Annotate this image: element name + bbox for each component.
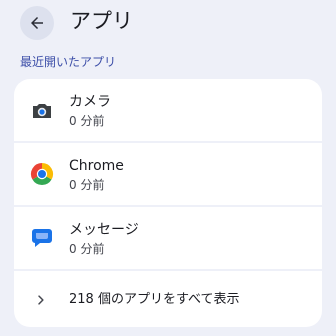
app-name: カメラ — [69, 94, 111, 110]
top-app-bar: アプリ — [0, 0, 336, 44]
recent-apps-header: 最近開いたアプリ — [20, 55, 117, 69]
app-item-messages[interactable]: メッセージ 0 分前 — [14, 207, 322, 269]
show-all-apps-button[interactable]: 218 個のアプリをすべて表示 — [14, 275, 322, 327]
app-item-chrome[interactable]: Chrome 0 分前 — [14, 143, 322, 205]
divider — [14, 269, 322, 271]
chrome-icon — [30, 163, 54, 186]
messages-icon — [32, 229, 52, 247]
chevron-right-icon — [38, 295, 44, 305]
app-name: Chrome — [69, 158, 124, 174]
app-item-camera[interactable]: カメラ 0 分前 — [14, 79, 322, 141]
show-all-apps-label: 218 個のアプリをすべて表示 — [69, 292, 240, 307]
back-button[interactable] — [20, 6, 54, 40]
recent-apps-card: カメラ 0 分前 Chrome 0 分前 メッセージ 0 分前 218 個のアプ… — [14, 79, 322, 327]
camera-icon — [33, 104, 51, 118]
arrow-back-icon — [31, 17, 43, 29]
app-name: メッセージ — [69, 222, 139, 238]
app-last-used: 0 分前 — [69, 178, 105, 192]
app-last-used: 0 分前 — [69, 242, 105, 256]
page-title: アプリ — [70, 9, 133, 33]
app-last-used: 0 分前 — [69, 114, 105, 128]
